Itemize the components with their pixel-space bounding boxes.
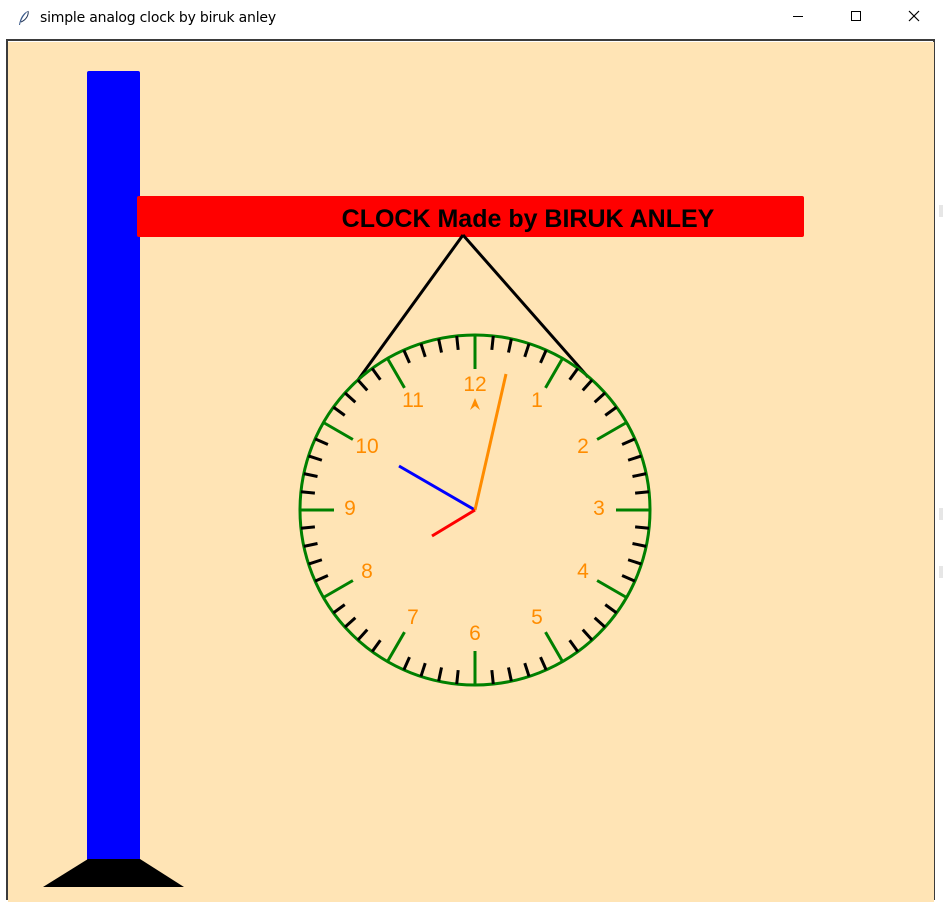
maximize-icon [850, 9, 862, 27]
minute-tick [621, 574, 636, 583]
feather-icon [16, 10, 32, 26]
stand-base [43, 859, 184, 887]
minute-tick [523, 343, 531, 358]
hour-tick [596, 421, 628, 441]
clock-scene: CLOCK Made by BIRUK ANLEY 12 1 2 3 4 5 6… [43, 71, 804, 887]
hour-tick [322, 421, 354, 441]
clock-number-12: 12 [463, 373, 486, 396]
minute-tick [634, 490, 650, 495]
hour-tick [322, 579, 354, 599]
hour-hand [398, 464, 476, 512]
minimize-icon [792, 9, 804, 27]
clock-number-9: 9 [344, 497, 356, 520]
edge-mark [939, 566, 943, 578]
minute-tick [634, 525, 650, 530]
clock-number-7: 7 [407, 606, 419, 629]
minute-tick [332, 405, 346, 417]
minute-tick [419, 343, 427, 358]
minute-tick [539, 349, 548, 364]
minute-tick [300, 490, 316, 495]
minute-tick [627, 454, 642, 462]
hour-tick [386, 631, 406, 663]
minute-tick [581, 628, 594, 642]
minute-tick [437, 338, 443, 353]
minute-tick [507, 338, 513, 353]
edge-mark [939, 205, 943, 217]
minute-tick [314, 437, 329, 446]
minute-tick [627, 558, 642, 566]
maximize-button[interactable] [827, 0, 885, 36]
minute-tick [303, 542, 318, 548]
minute-tick [308, 454, 323, 462]
clock-number-4: 4 [577, 560, 589, 583]
hour-tick [386, 357, 406, 389]
minute-tick [356, 628, 369, 642]
minute-tick [303, 472, 318, 478]
minute-tick [455, 669, 460, 685]
banner-text: CLOCK Made by BIRUK ANLEY [342, 205, 715, 233]
minute-tick [455, 335, 460, 351]
hour-tick [544, 357, 564, 389]
minute-tick [621, 437, 636, 446]
edge-mark [939, 508, 943, 520]
minute-tick [370, 639, 382, 653]
minute-tick [632, 542, 647, 548]
clock-number-8: 8 [361, 560, 373, 583]
minute-tick [402, 656, 411, 671]
minute-tick [593, 391, 607, 404]
minute-tick [356, 378, 369, 392]
clock-number-11: 11 [402, 389, 424, 412]
hanging-string-left [356, 234, 465, 381]
minute-tick [419, 662, 427, 677]
minute-tick [300, 525, 316, 530]
minute-tick [308, 558, 323, 566]
minute-tick [539, 656, 548, 671]
minute-tick [568, 367, 580, 381]
minute-tick [581, 378, 594, 392]
minute-tick [490, 335, 495, 351]
minute-tick [370, 367, 382, 381]
stand-pole [87, 71, 140, 861]
minute-tick [343, 391, 357, 404]
close-button[interactable] [885, 0, 943, 36]
clock-number-1: 1 [531, 389, 543, 412]
twelve-marker-icon [470, 398, 480, 410]
clock-number-10: 10 [355, 435, 378, 458]
window-titlebar[interactable]: simple analog clock by biruk anley [0, 0, 943, 36]
minute-tick [314, 574, 329, 583]
hour-tick [596, 579, 628, 599]
minute-tick [437, 667, 443, 682]
minute-tick [593, 616, 607, 629]
minute-tick [490, 669, 495, 685]
minute-tick [632, 472, 647, 478]
minute-tick [604, 603, 618, 615]
clock-number-6: 6 [469, 622, 481, 645]
minute-tick [604, 405, 618, 417]
close-icon [908, 9, 920, 27]
hour-tick [544, 631, 564, 663]
minute-tick [332, 603, 346, 615]
minimize-button[interactable] [769, 0, 827, 36]
clock-number-3: 3 [593, 497, 605, 520]
second-hand [431, 508, 476, 538]
minute-tick [507, 667, 513, 682]
minute-tick [523, 662, 531, 677]
clock-number-5: 5 [531, 606, 543, 629]
clock-canvas: CLOCK Made by BIRUK ANLEY 12 1 2 3 4 5 6… [8, 42, 934, 902]
minute-tick [568, 639, 580, 653]
minute-tick [402, 349, 411, 364]
window-title: simple analog clock by biruk anley [40, 10, 276, 26]
clock-number-2: 2 [577, 435, 589, 458]
minute-tick [343, 616, 357, 629]
